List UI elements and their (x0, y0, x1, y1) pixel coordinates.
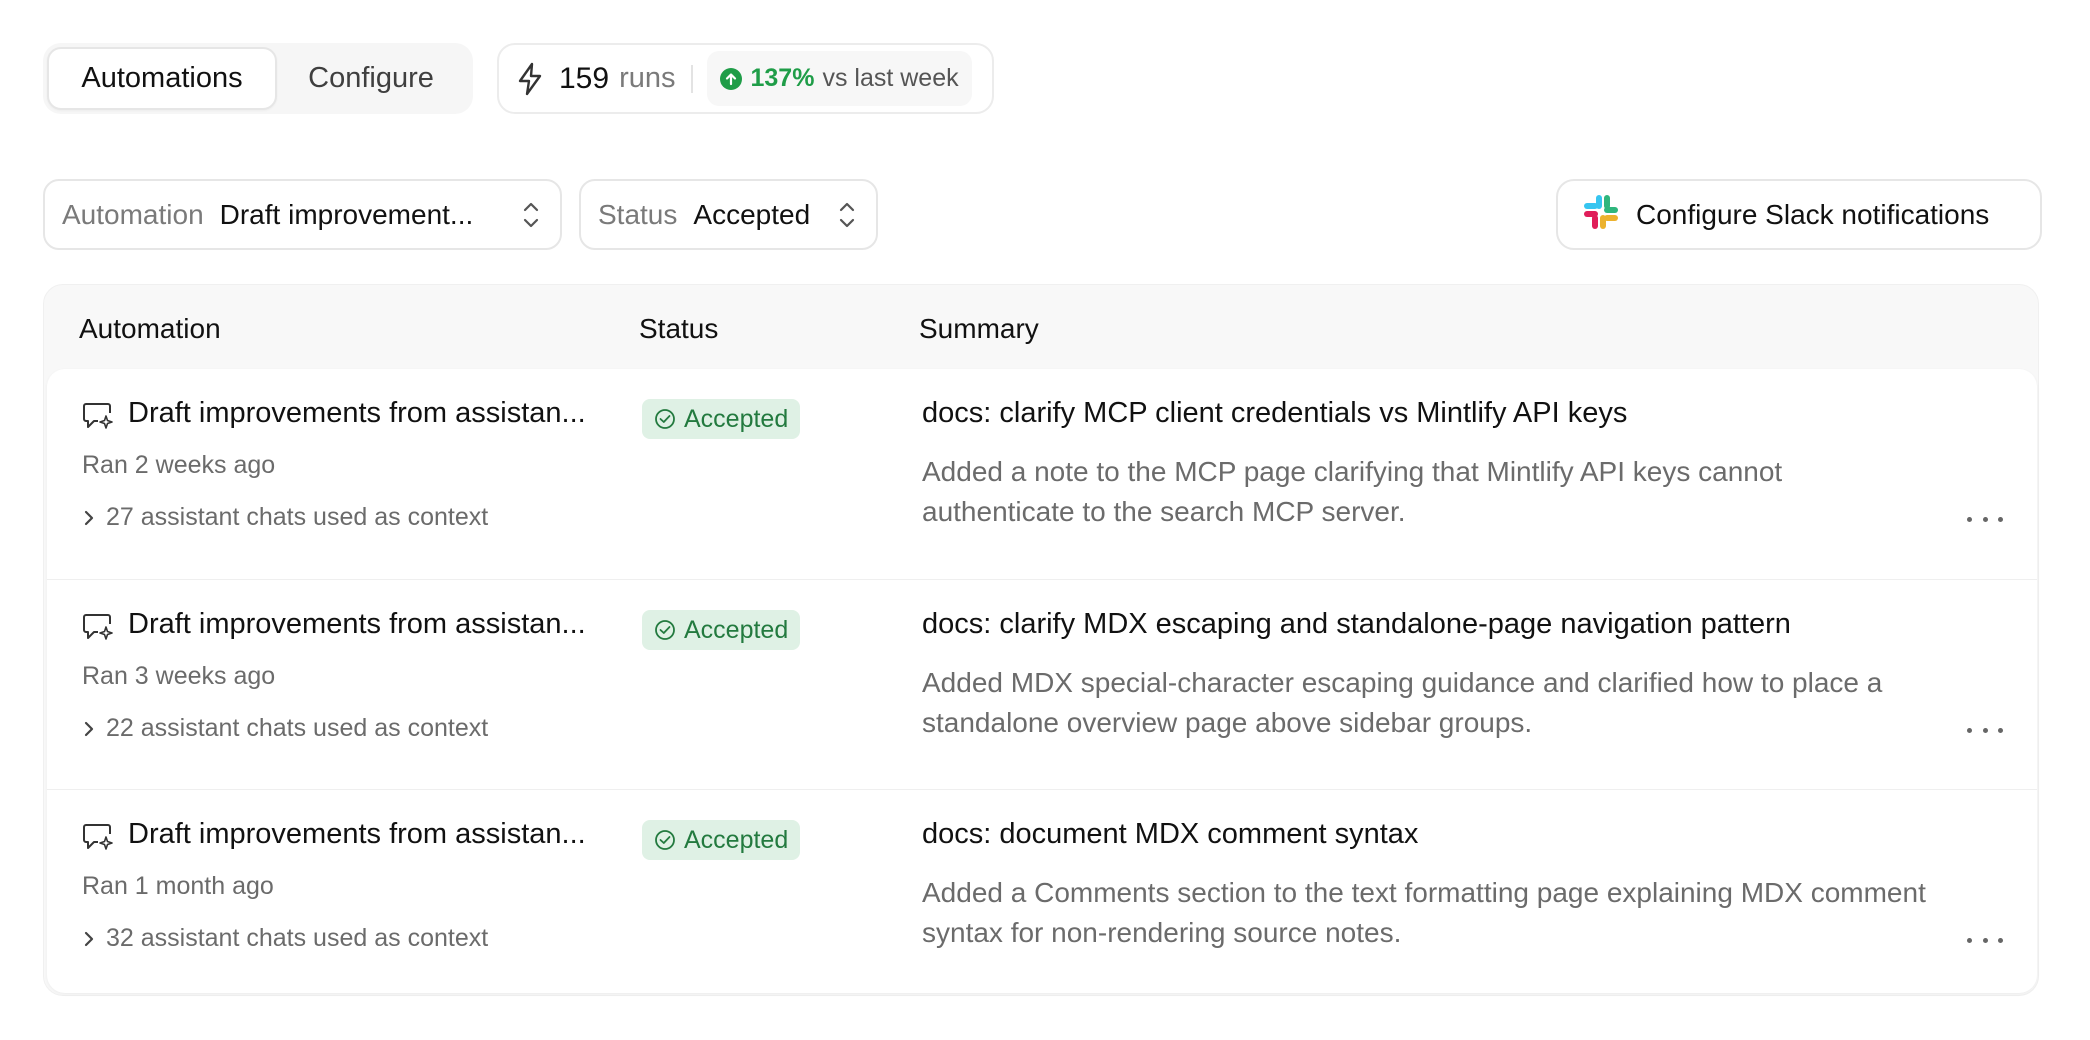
column-header-status: Status (639, 313, 719, 344)
summary-description: Added a Comments section to the text for… (922, 877, 1926, 948)
tab-configure[interactable]: Configure (281, 47, 461, 110)
check-circle-icon (655, 620, 675, 640)
runs-change-percent: 137% (750, 64, 815, 92)
table-header: Automation Status Summary (44, 285, 2038, 369)
status-label: Accepted (684, 615, 789, 644)
automation-name[interactable]: Draft improvements from assistan... (128, 608, 586, 641)
summary-title: docs: clarify MDX escaping and standalon… (922, 608, 1791, 640)
automation-name[interactable]: Draft improvements from assistan... (128, 397, 586, 430)
summary-description: Added a note to the MCP page clarifying … (922, 456, 1783, 527)
automation-filter-label: Automation (62, 198, 204, 230)
status-label: Accepted (684, 825, 789, 854)
chevron-right-icon (84, 931, 94, 946)
configure-slack-button[interactable]: Configure Slack notifications (1556, 179, 2042, 250)
chevron-right-icon (84, 510, 94, 525)
automation-runs-table: Automation Status Summary Draft improvem… (43, 284, 2039, 996)
divider (691, 64, 694, 93)
arrow-up-circle-icon (720, 67, 743, 90)
table-row[interactable]: Draft improvements from assistan... Ran … (47, 579, 2037, 789)
column-header-summary: Summary (919, 313, 1039, 344)
runs-unit: runs (619, 62, 676, 94)
status-filter[interactable]: Status Accepted (579, 179, 878, 250)
check-circle-icon (655, 830, 675, 850)
more-options-icon[interactable] (1967, 930, 2003, 950)
status-badge: Accepted (642, 610, 801, 650)
check-circle-icon (655, 409, 675, 429)
status-badge: Accepted (642, 820, 801, 860)
context-count: 27 assistant chats used as context (106, 503, 489, 531)
summary-title: docs: clarify MCP client credentials vs … (922, 397, 1628, 429)
context-toggle[interactable]: 22 assistant chats used as context (82, 714, 488, 743)
context-toggle[interactable]: 32 assistant chats used as context (82, 924, 488, 953)
summary-description: Added MDX special-character escaping gui… (922, 667, 1883, 738)
tab-automations[interactable]: Automations (47, 47, 277, 110)
runs-change-comparison: vs last week (822, 64, 959, 92)
automation-filter-value: Draft improvement... (219, 198, 474, 230)
view-tabs: Automations Configure (43, 43, 473, 114)
chevron-up-down-icon (838, 199, 856, 236)
more-options-icon[interactable] (1967, 720, 2003, 740)
chevron-up-down-icon (522, 199, 540, 236)
lightning-icon (515, 61, 545, 97)
status-filter-value: Accepted (693, 198, 811, 230)
status-label: Accepted (684, 404, 789, 433)
status-filter-label: Status (598, 198, 678, 230)
chat-sparkle-icon (82, 401, 114, 436)
slack-icon (1582, 193, 1620, 236)
chat-sparkle-icon (82, 612, 114, 647)
context-count: 22 assistant chats used as context (106, 714, 489, 742)
column-header-automation: Automation (79, 313, 221, 344)
configure-slack-label: Configure Slack notifications (1636, 198, 1990, 230)
runs-stats: 159 runs 137% vs last week (497, 43, 994, 114)
ran-time: Ran 2 weeks ago (82, 451, 276, 479)
status-badge: Accepted (642, 399, 801, 439)
ran-time: Ran 3 weeks ago (82, 662, 276, 690)
table-row[interactable]: Draft improvements from assistan... Ran … (47, 789, 2037, 999)
context-toggle[interactable]: 27 assistant chats used as context (82, 503, 488, 532)
table-body: Draft improvements from assistan... Ran … (47, 369, 2037, 993)
more-options-icon[interactable] (1967, 509, 2003, 529)
chevron-right-icon (84, 721, 94, 736)
table-row[interactable]: Draft improvements from assistan... Ran … (47, 369, 2037, 579)
automation-filter[interactable]: Automation Draft improvement... (43, 179, 562, 250)
runs-change-badge: 137% vs last week (707, 51, 972, 106)
runs-count: 159 (559, 61, 610, 95)
context-count: 32 assistant chats used as context (106, 924, 489, 952)
summary-title: docs: document MDX comment syntax (922, 818, 1419, 850)
chat-sparkle-icon (82, 822, 114, 857)
automation-name[interactable]: Draft improvements from assistan... (128, 818, 586, 851)
ran-time: Ran 1 month ago (82, 872, 274, 900)
